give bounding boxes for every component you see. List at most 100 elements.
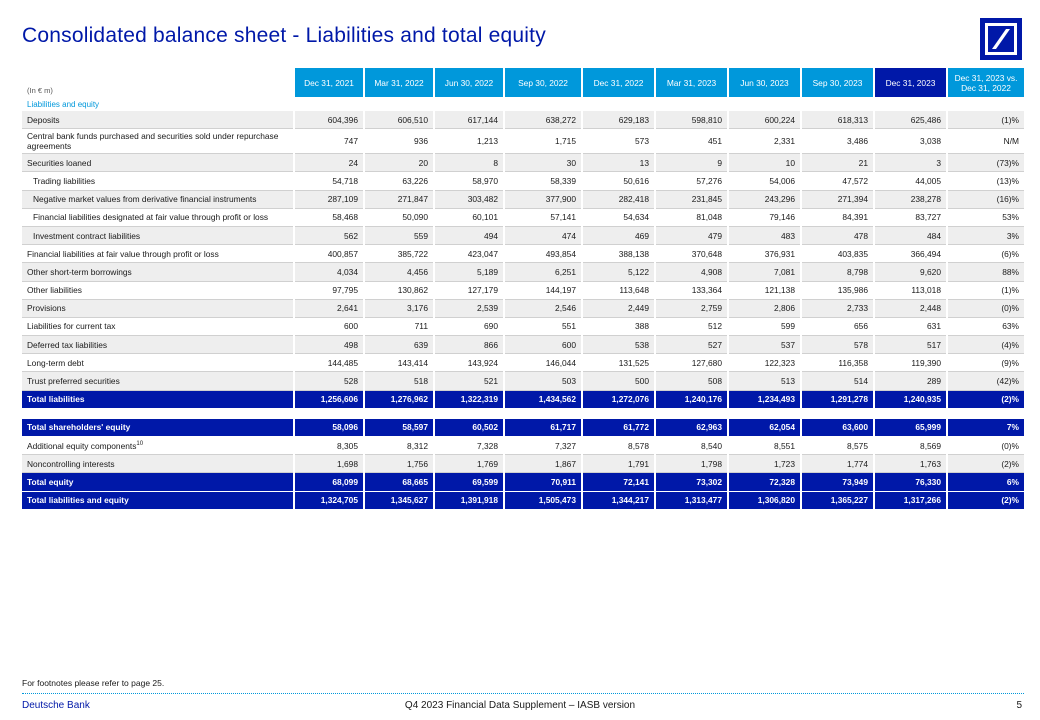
table-cell: 528 [295,372,363,391]
table-cell: 639 [365,336,433,355]
table-cell: 62,054 [729,418,800,437]
table-cell: 68,665 [365,473,433,492]
table-cell: 1,867 [505,455,581,474]
row-label-text: Securities loaned [27,157,92,168]
table-cell: 9 [656,154,727,173]
table-cell: 451 [656,129,727,155]
table-cell: 479 [656,226,727,246]
table-cell: 606,510 [365,111,433,130]
table-cell: 385,722 [365,245,433,264]
table-cell: 1,365,227 [802,491,873,510]
row-label-text: Financial liabilities at fair value thro… [27,248,219,259]
table-cell: 62,963 [656,418,727,437]
column-header: Sep 30, 2022 [505,68,581,97]
row-label: Provisions [22,299,293,318]
table-cell: 2,539 [435,299,503,318]
table-cell: 1,344,217 [583,491,654,510]
table-cell: 21 [802,154,873,173]
table-cell: 483 [729,226,800,246]
table-cell: 69,599 [435,473,503,492]
table-cell: 1,698 [295,455,363,474]
table-cell: 599 [729,317,800,337]
row-label-text: Other short-term borrowings [27,266,132,277]
table-cell: 84,391 [802,208,873,227]
table-cell: 537 [729,336,800,355]
table-cell: 1,774 [802,455,873,474]
table-cell: 8,798 [802,263,873,282]
row-label: Total shareholders' equity [22,418,293,437]
table-cell: 578 [802,336,873,355]
table-cell: 57,276 [656,172,727,191]
table-cell: 30 [505,154,581,173]
row-label-text: Total liabilities and equity [27,495,129,506]
table-cell: 2,759 [656,299,727,318]
table-row: Other short-term borrowings 4,034 4,456 5,1… [22,263,1024,282]
table-cell: 73,949 [802,473,873,492]
table-cell: 2,806 [729,299,800,318]
table-cell: 81,048 [656,208,727,227]
table-cell: 527 [656,336,727,355]
row-label: Total liabilities [22,390,293,409]
table-cell: 146,044 [505,354,581,373]
table-cell: 54,006 [729,172,800,191]
table-cell: (2)% [948,491,1024,510]
row-label: Deferred tax liabilities [22,336,293,355]
table-cell: 131,525 [583,354,654,373]
table-row: Securities loaned 24 20 8 30 13 9 10 21 3 (73)% [22,154,1024,173]
table-cell: 1,324,705 [295,491,363,510]
table-cell: 65,999 [875,418,946,437]
table-row: Central bank funds purchased and securit… [22,129,1024,155]
table-cell: 271,847 [365,190,433,209]
table-cell: 4,908 [656,263,727,282]
table-cell: 127,179 [435,281,503,300]
unit-label: (In € m) [27,86,53,95]
table-cell: 866 [435,336,503,355]
table-cell: 47,572 [802,172,873,191]
table-cell: 7,327 [505,437,581,456]
table-cell: (4)% [948,336,1024,355]
table-row: Long-term debt 144,485 143,414 143,924 146,0… [22,354,1024,373]
table-cell: 1,317,266 [875,491,946,510]
row-label-text: Trust preferred securities [27,376,120,387]
table-cell: (0)% [948,299,1024,318]
table-cell: 130,862 [365,281,433,300]
table-cell: 3,486 [802,129,873,155]
table-cell: 58,468 [295,208,363,227]
total-row: Total liabilities 1,256,606 1,276,962 1,322… [22,390,1024,409]
table-cell: 97,795 [295,281,363,300]
table-cell: 88% [948,263,1024,282]
table-cell: (2)% [948,390,1024,409]
table-cell: 1,306,820 [729,491,800,510]
table-cell: 2,733 [802,299,873,318]
row-label-text: Other liabilities [27,285,82,296]
table-cell: 1,272,076 [583,390,654,409]
table-cell: 403,835 [802,245,873,264]
row-label: Financial liabilities designated at fair… [22,208,293,227]
column-header: Jun 30, 2022 [435,68,503,97]
table-cell: 1,756 [365,455,433,474]
table-cell: 538 [583,336,654,355]
row-label-text: Financial liabilities designated at fair… [33,212,269,223]
balance-sheet-table: (In € m) Dec 31, 2021 Mar 31, 2022 Jun 30,… [20,68,1026,510]
table-cell: 54,634 [583,208,654,227]
table-cell: 638,272 [505,111,581,130]
table-cell: (2)% [948,455,1024,474]
row-label-text: Noncontrolling interests [27,458,115,469]
table-cell: 514 [802,372,873,391]
table-cell: 388,138 [583,245,654,264]
table-row: Other liabilities 97,795 130,862 127,179 144… [22,281,1024,300]
table-cell: 936 [365,129,433,155]
column-header: Dec 31, 2022 [583,68,654,97]
table-cell: 2,449 [583,299,654,318]
table-cell: 376,931 [729,245,800,264]
table-cell: 238,278 [875,190,946,209]
table-cell: 61,772 [583,418,654,437]
table-cell: 60,101 [435,208,503,227]
table-cell: 1,391,918 [435,491,503,510]
column-header: Dec 31, 2023 [875,68,946,97]
table-cell: 513 [729,372,800,391]
total-row: Total equity 68,099 68,665 69,599 70,911 72,1… [22,473,1024,492]
table-cell: (1)% [948,281,1024,300]
table-cell: 366,494 [875,245,946,264]
table-cell: 498 [295,336,363,355]
